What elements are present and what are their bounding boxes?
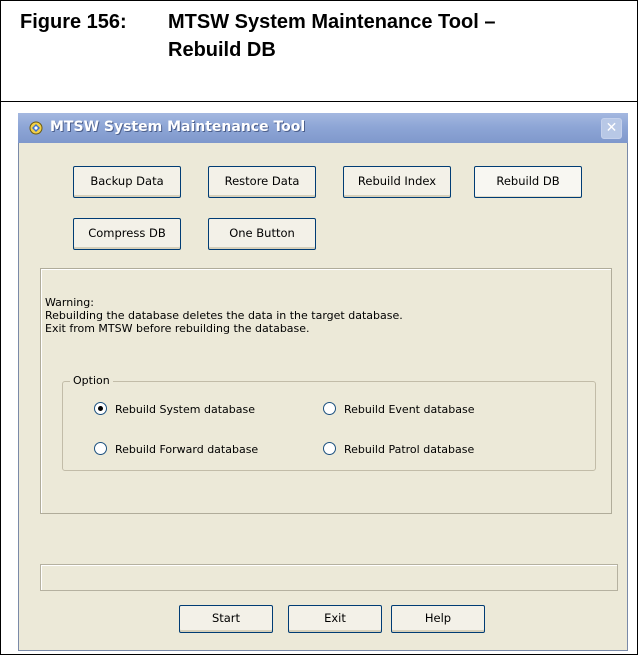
- radio-checked-icon[interactable]: [94, 402, 107, 415]
- radio-unchecked-icon[interactable]: [323, 442, 336, 455]
- maintenance-tool-window: MTSW System Maintenance Tool ✕ Backup Da…: [18, 113, 628, 651]
- radio-label: Rebuild Forward database: [115, 443, 259, 456]
- start-button[interactable]: Start: [179, 605, 273, 633]
- radio-rebuild-forward[interactable]: Rebuild Forward database: [94, 442, 258, 456]
- radio-rebuild-system[interactable]: Rebuild System database: [94, 402, 255, 416]
- radio-unchecked-icon[interactable]: [323, 402, 336, 415]
- figure-title-line1: MTSW System Maintenance Tool –: [168, 11, 496, 33]
- warning-text: Warning: Rebuilding the database deletes…: [45, 296, 403, 335]
- compress-db-button[interactable]: Compress DB: [73, 218, 181, 250]
- restore-data-button[interactable]: Restore Data: [208, 166, 316, 198]
- one-button-button[interactable]: One Button: [208, 218, 316, 250]
- radio-label: Rebuild Event database: [344, 403, 475, 416]
- radio-label: Rebuild Patrol database: [344, 443, 475, 456]
- radio-unchecked-icon[interactable]: [94, 442, 107, 455]
- exit-button[interactable]: Exit: [288, 605, 382, 633]
- warning-heading: Warning:: [45, 296, 94, 309]
- app-icon: [29, 121, 43, 135]
- close-icon[interactable]: ✕: [601, 118, 622, 139]
- figure-number: Figure 156:: [20, 11, 127, 33]
- backup-data-button[interactable]: Backup Data: [73, 166, 181, 198]
- rebuild-index-button[interactable]: Rebuild Index: [343, 166, 451, 198]
- option-group: [62, 381, 596, 471]
- radio-rebuild-event[interactable]: Rebuild Event database: [323, 402, 474, 416]
- help-button[interactable]: Help: [391, 605, 485, 633]
- figure-title-line2: Rebuild DB: [168, 39, 276, 61]
- radio-label: Rebuild System database: [115, 403, 255, 416]
- radio-rebuild-patrol[interactable]: Rebuild Patrol database: [323, 442, 474, 456]
- figure-caption: Figure 156: MTSW System Maintenance Tool …: [0, 0, 638, 102]
- warning-line-2: Exit from MTSW before rebuilding the dat…: [45, 322, 310, 335]
- rebuild-db-button[interactable]: Rebuild DB: [474, 166, 582, 198]
- progress-bar: [40, 564, 618, 591]
- window-title: MTSW System Maintenance Tool: [50, 119, 306, 135]
- title-bar[interactable]: MTSW System Maintenance Tool ✕: [18, 113, 628, 143]
- warning-line-1: Rebuilding the database deletes the data…: [45, 309, 403, 322]
- option-legend: Option: [70, 374, 113, 387]
